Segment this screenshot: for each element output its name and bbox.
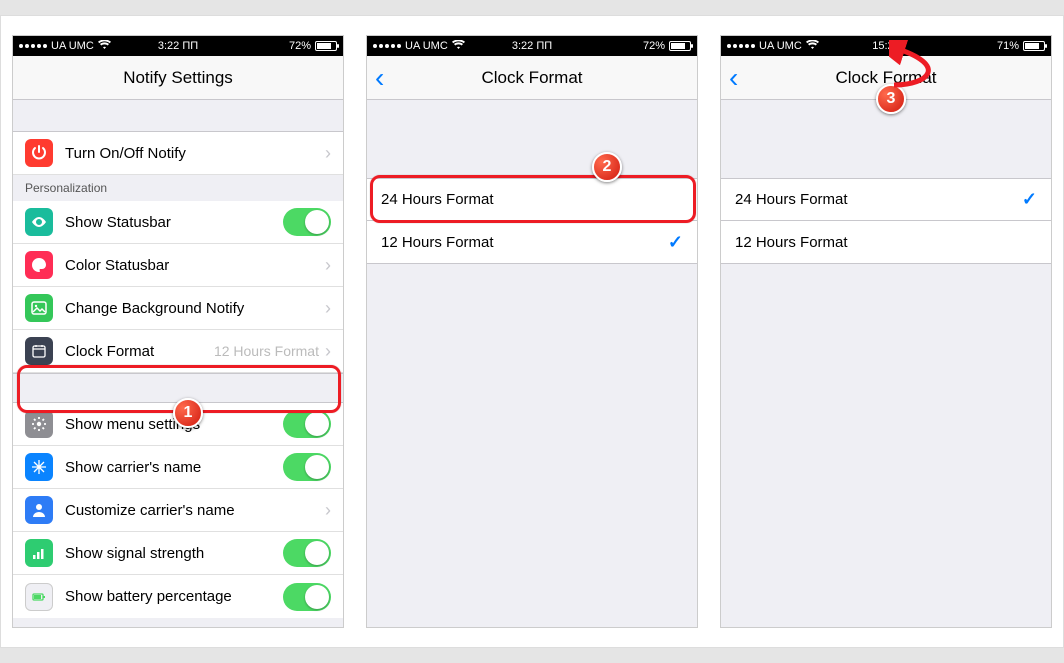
checkmark-icon: ✓ xyxy=(1022,189,1037,210)
spacer xyxy=(367,100,697,178)
signal-dots-icon xyxy=(19,44,47,48)
row-notify-toggle[interactable]: Turn On/Off Notify › xyxy=(13,132,343,175)
battery-icon xyxy=(1023,41,1045,51)
row-detail: 12 Hours Format xyxy=(214,343,319,359)
nav-bar: ‹ Clock Format xyxy=(721,56,1051,100)
row-show-carrier[interactable]: Show carrier's name xyxy=(13,446,343,489)
row-show-menu[interactable]: Show menu settings xyxy=(13,403,343,446)
carrier-label: UA UMC xyxy=(51,40,94,52)
toggle-on[interactable] xyxy=(283,453,331,481)
chevron-right-icon: › xyxy=(325,298,331,319)
row-label: Show menu settings xyxy=(65,416,200,433)
nav-bar: Notify Settings xyxy=(13,56,343,100)
screen-1: UA UMC 3:22 ПП 72% Notify Settings Turn … xyxy=(12,35,344,628)
section-gap xyxy=(13,373,343,403)
nav-bar: ‹ Clock Format xyxy=(367,56,697,100)
page-title: Clock Format xyxy=(835,68,936,88)
person-icon xyxy=(25,496,53,524)
row-label: Customize carrier's name xyxy=(65,502,235,519)
checkmark-icon: ✓ xyxy=(668,232,683,253)
row-label: Clock Format xyxy=(65,343,154,360)
toggle-on[interactable] xyxy=(283,410,331,438)
chevron-right-icon: › xyxy=(325,143,331,164)
status-time: 3:22 ПП xyxy=(512,40,552,52)
row-battery-pct[interactable]: Show battery percentage xyxy=(13,575,343,618)
row-show-statusbar[interactable]: Show Statusbar xyxy=(13,201,343,244)
battery-icon xyxy=(25,583,53,611)
wifi-icon xyxy=(452,39,465,53)
status-bar: UA UMC 3:22 ПП 72% xyxy=(367,36,697,56)
battery-icon xyxy=(315,41,337,51)
image-icon xyxy=(25,294,53,322)
tutorial-stage: UA UMC 3:22 ПП 72% Notify Settings Turn … xyxy=(0,15,1064,648)
screen-2: UA UMC 3:22 ПП 72% ‹ Clock Format 24 Hou… xyxy=(366,35,698,628)
row-label: Show Statusbar xyxy=(65,214,171,231)
row-label: Show battery percentage xyxy=(65,588,232,605)
back-button[interactable]: ‹ xyxy=(729,64,738,92)
signal-dots-icon xyxy=(727,44,755,48)
wifi-icon xyxy=(98,39,111,53)
screen-3: UA UMC 15:22 71% ‹ Clock Format 24 Hours… xyxy=(720,35,1052,628)
row-custom-carrier[interactable]: Customize carrier's name › xyxy=(13,489,343,532)
status-time: 15:22 xyxy=(872,40,900,52)
row-label: Show carrier's name xyxy=(65,459,201,476)
spacer xyxy=(721,100,1051,178)
row-label: Show signal strength xyxy=(65,545,204,562)
row-24h[interactable]: 24 Hours Format xyxy=(367,178,697,221)
battery-pct: 72% xyxy=(289,40,311,52)
row-clock-format[interactable]: Clock Format 12 Hours Format › xyxy=(13,330,343,373)
toggle-on[interactable] xyxy=(283,583,331,611)
chevron-right-icon: › xyxy=(325,341,331,362)
row-label: Color Statusbar xyxy=(65,257,169,274)
calendar-icon xyxy=(25,337,53,365)
power-icon xyxy=(25,139,53,167)
row-label: Turn On/Off Notify xyxy=(65,145,186,162)
battery-pct: 72% xyxy=(643,40,665,52)
row-label: 24 Hours Format xyxy=(381,191,494,208)
row-24h[interactable]: 24 Hours Format ✓ xyxy=(721,178,1051,221)
row-label: 12 Hours Format xyxy=(735,234,848,251)
row-change-bg[interactable]: Change Background Notify › xyxy=(13,287,343,330)
signal-bars-icon xyxy=(25,539,53,567)
back-button[interactable]: ‹ xyxy=(375,64,384,92)
page-title: Clock Format xyxy=(481,68,582,88)
row-12h[interactable]: 12 Hours Format xyxy=(721,221,1051,264)
row-color-statusbar[interactable]: Color Statusbar › xyxy=(13,244,343,287)
row-signal[interactable]: Show signal strength xyxy=(13,532,343,575)
palette-icon xyxy=(25,251,53,279)
signal-dots-icon xyxy=(373,44,401,48)
status-bar: UA UMC 15:22 71% xyxy=(721,36,1051,56)
section-header: Personalization xyxy=(13,175,343,201)
snowflake-icon xyxy=(25,453,53,481)
row-label: Change Background Notify xyxy=(65,300,244,317)
chevron-right-icon: › xyxy=(325,500,331,521)
wifi-icon xyxy=(806,39,819,53)
toggle-on[interactable] xyxy=(283,208,331,236)
row-12h[interactable]: 12 Hours Format ✓ xyxy=(367,221,697,264)
status-bar: UA UMC 3:22 ПП 72% xyxy=(13,36,343,56)
eye-icon xyxy=(25,208,53,236)
row-label: 12 Hours Format xyxy=(381,234,494,251)
spacer xyxy=(13,100,343,132)
gear-icon xyxy=(25,410,53,438)
battery-icon xyxy=(669,41,691,51)
carrier-label: UA UMC xyxy=(759,40,802,52)
carrier-label: UA UMC xyxy=(405,40,448,52)
toggle-on[interactable] xyxy=(283,539,331,567)
row-label: 24 Hours Format xyxy=(735,191,848,208)
status-time: 3:22 ПП xyxy=(158,40,198,52)
page-title: Notify Settings xyxy=(123,68,233,88)
chevron-right-icon: › xyxy=(325,255,331,276)
battery-pct: 71% xyxy=(997,40,1019,52)
